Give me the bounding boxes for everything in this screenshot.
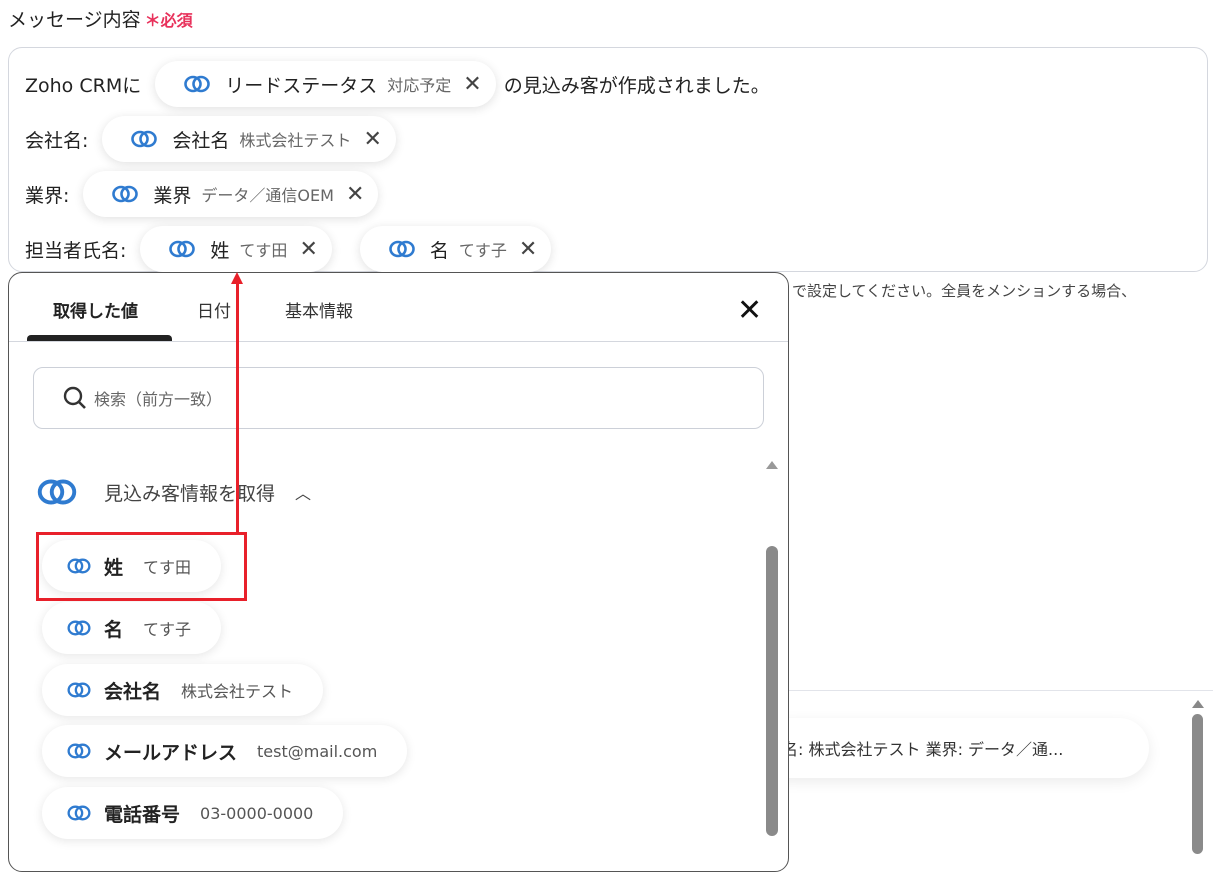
- scroll-up-icon[interactable]: [766, 461, 778, 469]
- help-text: で設定してください。全員をメンションする場合、: [792, 282, 1137, 300]
- zoho-link-icon: [111, 184, 139, 204]
- annotation-highlight-box: [36, 532, 247, 601]
- variable-chip[interactable]: 業界 データ／通信OEM ✕: [83, 171, 379, 217]
- scrollbar[interactable]: [766, 546, 778, 836]
- variable-chip[interactable]: リードステータス 対応予定 ✕: [155, 61, 496, 107]
- zoho-link-icon: [66, 619, 92, 637]
- zoho-link-icon: [66, 804, 92, 822]
- editor-line: 業界: 業界 データ／通信OEM ✕: [25, 171, 386, 217]
- required-badge: ＊必須: [144, 11, 193, 30]
- annotation-arrowhead: [231, 272, 243, 284]
- variable-chip[interactable]: 名てす子 ✕: [359, 226, 552, 272]
- zoho-link-icon: [183, 74, 211, 94]
- editor-line: 会社名: 会社名 株式会社テスト ✕: [25, 116, 404, 162]
- editor-line: Zoho CRMに リードステータス 対応予定 ✕ の見込み客が作成されました。: [25, 61, 770, 107]
- group-header[interactable]: 見込み客情報を取得 ︿: [36, 477, 311, 507]
- tab-acquired-values[interactable]: 取得した値: [53, 297, 138, 322]
- scrollbar[interactable]: [1192, 714, 1203, 854]
- annotation-arrow-line: [236, 282, 239, 534]
- editor-line: 担当者氏名: 姓てす田 ✕ 名てす子 ✕: [25, 226, 559, 272]
- field-label: メッセージ内容 ＊必須: [8, 9, 193, 31]
- zoho-link-icon: [130, 129, 158, 149]
- zoho-link-icon: [66, 742, 92, 760]
- chevron-up-icon[interactable]: ︿: [295, 480, 311, 504]
- zoho-link-icon: [168, 239, 196, 259]
- scroll-up-icon[interactable]: [1192, 700, 1204, 708]
- close-icon[interactable]: ✕: [737, 293, 762, 328]
- list-item[interactable]: メールアドレス test@mail.com: [42, 725, 408, 777]
- zoho-link-icon: [388, 239, 416, 259]
- list-item[interactable]: 電話番号 03-0000-0000: [42, 787, 344, 839]
- variable-chip[interactable]: 姓てす田 ✕: [140, 226, 332, 272]
- variable-chip[interactable]: 会社名 株式会社テスト ✕: [102, 116, 396, 162]
- list-item[interactable]: 会社名 株式会社テスト: [42, 664, 324, 716]
- zoho-link-icon: [66, 681, 92, 699]
- background-chip[interactable]: 名: 株式会社テスト 業界: データ／通...: [760, 718, 1149, 778]
- zoho-link-icon: [36, 477, 78, 507]
- tab-basic-info[interactable]: 基本情報: [285, 297, 353, 322]
- divider: [9, 341, 788, 342]
- close-icon[interactable]: ✕: [346, 182, 364, 207]
- close-icon[interactable]: ✕: [463, 72, 481, 97]
- close-icon[interactable]: ✕: [299, 237, 317, 262]
- close-icon[interactable]: ✕: [519, 237, 537, 262]
- message-editor[interactable]: Zoho CRMに リードステータス 対応予定 ✕ の見込み客が作成されました。 会…: [8, 47, 1208, 272]
- list-item[interactable]: 名てす子: [42, 602, 222, 654]
- search-input[interactable]: 検索（前方一致）: [33, 367, 764, 429]
- tab-date[interactable]: 日付: [197, 297, 231, 322]
- search-icon: [63, 386, 86, 409]
- close-icon[interactable]: ✕: [363, 127, 381, 152]
